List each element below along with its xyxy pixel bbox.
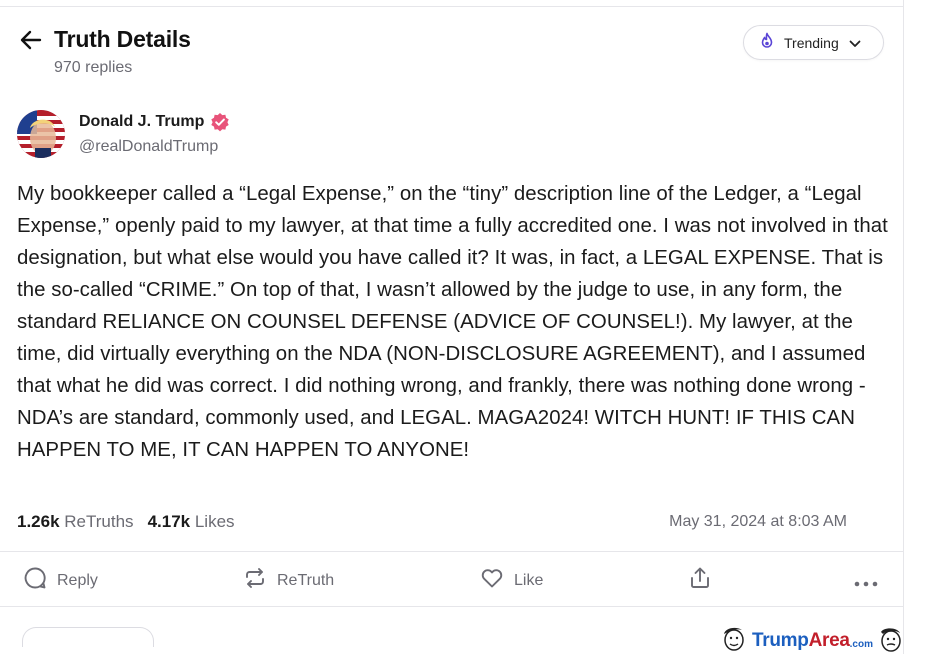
watermark-trump: Trump bbox=[752, 630, 809, 651]
page-header: Truth Details bbox=[18, 26, 191, 53]
back-arrow-icon[interactable] bbox=[18, 27, 44, 53]
top-divider bbox=[0, 6, 904, 7]
retruth-button[interactable]: ReTruth bbox=[243, 566, 334, 595]
more-options-button[interactable] bbox=[854, 574, 878, 592]
like-button[interactable]: Like bbox=[480, 566, 543, 595]
truth-details-panel: Truth Details 970 replies Trending Donal… bbox=[0, 0, 904, 654]
trending-label: Trending bbox=[784, 34, 839, 51]
heart-icon bbox=[480, 566, 504, 595]
post-stats: 1.26k ReTruths 4.17k Likes bbox=[17, 512, 249, 532]
post-body: My bookkeeper called a “Legal Expense,” … bbox=[17, 183, 888, 461]
trending-dropdown[interactable]: Trending bbox=[743, 25, 884, 60]
cartoon-face-left-icon bbox=[720, 626, 748, 654]
retruths-stat[interactable]: 1.26k ReTruths bbox=[17, 512, 134, 532]
like-label: Like bbox=[514, 571, 544, 589]
author-name[interactable]: Donald J. Trump bbox=[79, 113, 204, 131]
retruths-label: ReTruths bbox=[64, 512, 134, 531]
replies-count: 970 replies bbox=[54, 59, 133, 76]
more-dots-icon bbox=[854, 574, 878, 592]
watermark-area: Area bbox=[808, 630, 850, 651]
site-watermark: TrumpArea .com bbox=[720, 626, 940, 654]
trending-flame-icon bbox=[758, 32, 776, 53]
watermark-com: .com bbox=[849, 638, 873, 650]
likes-count: 4.17k bbox=[147, 512, 191, 531]
post-actions: Reply ReTruth Like bbox=[0, 552, 904, 606]
post-author[interactable]: Donald J. Trump @realDonaldTrump bbox=[17, 110, 230, 158]
reply-label: Reply bbox=[57, 571, 98, 589]
post-timestamp: May 31, 2024 at 8:03 AM bbox=[669, 513, 847, 530]
likes-label: Likes bbox=[194, 512, 235, 531]
share-button[interactable] bbox=[688, 566, 712, 595]
retruths-count: 1.26k bbox=[17, 512, 60, 531]
share-upload-icon bbox=[688, 566, 712, 595]
avatar[interactable] bbox=[17, 110, 65, 158]
watermark-text: TrumpArea bbox=[752, 630, 850, 652]
reply-button[interactable]: Reply bbox=[23, 566, 98, 595]
verified-badge-icon bbox=[210, 112, 230, 132]
reply-composer-edge bbox=[22, 627, 154, 647]
reply-bubble-icon bbox=[23, 566, 47, 595]
retruth-arrows-icon bbox=[243, 566, 267, 595]
page-title: Truth Details bbox=[54, 26, 191, 52]
likes-stat[interactable]: 4.17k Likes bbox=[148, 512, 235, 532]
cartoon-face-right-icon bbox=[875, 626, 905, 654]
author-handle[interactable]: @realDonaldTrump bbox=[79, 138, 230, 156]
chevron-down-icon bbox=[849, 35, 861, 51]
retruth-label: ReTruth bbox=[277, 571, 335, 589]
actions-bottom-divider bbox=[0, 606, 904, 607]
